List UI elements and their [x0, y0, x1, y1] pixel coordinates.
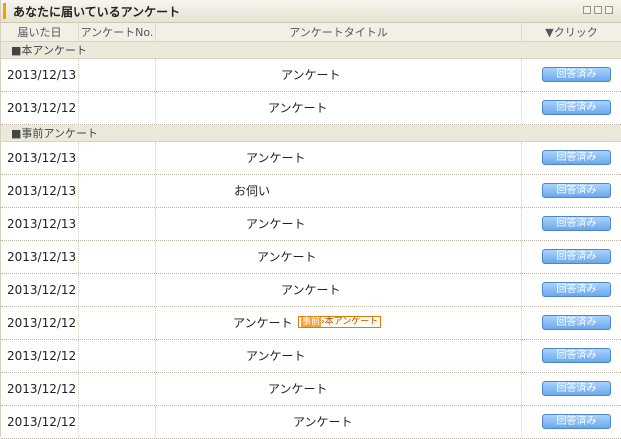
- answered-button[interactable]: 回答済み: [542, 348, 611, 363]
- received-date: 2013/12/13: [1, 208, 79, 240]
- survey-number: [79, 241, 156, 273]
- survey-title[interactable]: アンケート: [246, 340, 306, 372]
- survey-title-cell: アンケート: [156, 208, 522, 240]
- action-cell: 回答済み: [522, 307, 621, 339]
- column-received-date: 届いた日: [1, 23, 79, 42]
- panel-title: あなたに届いているアンケート: [13, 5, 181, 19]
- header-accent-bar: [3, 3, 6, 19]
- answered-button[interactable]: 回答済み: [542, 414, 611, 429]
- action-cell: 回答済み: [522, 241, 621, 273]
- panel-header: あなたに届いているアンケート: [1, 0, 621, 23]
- survey-title-cell: アンケート: [156, 142, 522, 174]
- action-cell: 回答済み: [522, 406, 621, 438]
- section-main-survey: ■本アンケート: [1, 42, 621, 59]
- table-header: 届いた日 アンケートNo. アンケートタイトル ▼クリック: [1, 23, 621, 42]
- survey-title-cell: お伺い: [156, 175, 522, 207]
- survey-title[interactable]: アンケート: [246, 208, 306, 240]
- survey-title-cell: アンケート: [156, 59, 522, 91]
- control-square-icon[interactable]: [583, 6, 591, 14]
- survey-title-cell: アンケート: [156, 274, 522, 306]
- survey-number: [79, 274, 156, 306]
- action-cell: 回答済み: [522, 208, 621, 240]
- answered-button[interactable]: 回答済み: [542, 100, 611, 115]
- table-row: 2013/12/13 アンケート 回答済み: [1, 59, 621, 92]
- survey-number: [79, 307, 156, 339]
- survey-title[interactable]: アンケート: [281, 274, 341, 306]
- survey-number: [79, 142, 156, 174]
- survey-title-cell: アンケート: [156, 241, 522, 273]
- survey-number: [79, 59, 156, 91]
- survey-title[interactable]: アンケート: [246, 142, 306, 174]
- column-survey-title: アンケートタイトル: [156, 23, 522, 42]
- table-row: 2013/12/13 アンケート 回答済み: [1, 208, 621, 241]
- action-cell: 回答済み: [522, 373, 621, 405]
- answered-button[interactable]: 回答済み: [542, 150, 611, 165]
- table-row: 2013/12/12 アンケート 回答済み: [1, 406, 621, 439]
- survey-title-cell: アンケート: [156, 92, 522, 124]
- column-click: ▼クリック: [545, 26, 598, 39]
- received-date: 2013/12/12: [1, 92, 79, 124]
- answered-button[interactable]: 回答済み: [542, 67, 611, 82]
- table-row: 2013/12/12 アンケート 回答済み: [1, 340, 621, 373]
- survey-number: [79, 406, 156, 438]
- table-row: 2013/12/12 アンケート 回答済み: [1, 92, 621, 125]
- survey-panel: あなたに届いているアンケート 届いた日 アンケートNo. アンケートタイトル ▼…: [0, 0, 621, 439]
- survey-title[interactable]: アンケート: [233, 307, 293, 339]
- received-date: 2013/12/12: [1, 307, 79, 339]
- control-square-icon[interactable]: [594, 6, 602, 14]
- action-cell: 回答済み: [522, 274, 621, 306]
- received-date: 2013/12/12: [1, 274, 79, 306]
- survey-title-cell: アンケート: [156, 340, 522, 372]
- window-controls: [583, 6, 613, 14]
- survey-number: [79, 175, 156, 207]
- answered-button[interactable]: 回答済み: [542, 183, 611, 198]
- tag-main-label: ›本アンケート: [321, 317, 379, 327]
- answered-button[interactable]: 回答済み: [542, 216, 611, 231]
- survey-number: [79, 208, 156, 240]
- survey-number: [79, 373, 156, 405]
- received-date: 2013/12/12: [1, 406, 79, 438]
- received-date: 2013/12/13: [1, 175, 79, 207]
- table-row: 2013/12/13 アンケート 回答済み: [1, 241, 621, 274]
- pre-to-main-survey-tag: 事前›本アンケート: [298, 316, 382, 328]
- received-date: 2013/12/12: [1, 340, 79, 372]
- survey-title[interactable]: アンケート: [268, 373, 328, 405]
- received-date: 2013/12/13: [1, 59, 79, 91]
- survey-title[interactable]: お伺い: [234, 175, 270, 207]
- table-row: 2013/12/12 アンケート 事前›本アンケート 回答済み: [1, 307, 621, 340]
- control-square-icon[interactable]: [605, 6, 613, 14]
- received-date: 2013/12/13: [1, 241, 79, 273]
- survey-title-cell: アンケート: [156, 406, 522, 438]
- action-cell: 回答済み: [522, 92, 621, 124]
- answered-button[interactable]: 回答済み: [542, 282, 611, 297]
- action-cell: 回答済み: [522, 175, 621, 207]
- table-row: 2013/12/13 アンケート 回答済み: [1, 142, 621, 175]
- survey-title[interactable]: アンケート: [281, 59, 341, 91]
- survey-title-cell: アンケート: [156, 373, 522, 405]
- answered-button[interactable]: 回答済み: [542, 249, 611, 264]
- table-row: 2013/12/12 アンケート 回答済み: [1, 274, 621, 307]
- received-date: 2013/12/12: [1, 373, 79, 405]
- column-survey-number: アンケートNo.: [79, 23, 156, 42]
- survey-title[interactable]: アンケート: [293, 406, 353, 438]
- action-cell: 回答済み: [522, 340, 621, 372]
- survey-title[interactable]: アンケート: [257, 241, 317, 273]
- section-pre-survey: ■事前アンケート: [1, 125, 621, 142]
- table-row: 2013/12/13 お伺い 回答済み: [1, 175, 621, 208]
- received-date: 2013/12/13: [1, 142, 79, 174]
- action-cell: 回答済み: [522, 142, 621, 174]
- table-row: 2013/12/12 アンケート 回答済み: [1, 373, 621, 406]
- survey-title[interactable]: アンケート: [268, 92, 328, 124]
- answered-button[interactable]: 回答済み: [542, 315, 611, 330]
- survey-number: [79, 340, 156, 372]
- action-cell: 回答済み: [522, 59, 621, 91]
- survey-title-cell: アンケート 事前›本アンケート: [156, 307, 522, 339]
- survey-number: [79, 92, 156, 124]
- answered-button[interactable]: 回答済み: [542, 381, 611, 396]
- tag-pre-label: 事前: [301, 317, 322, 327]
